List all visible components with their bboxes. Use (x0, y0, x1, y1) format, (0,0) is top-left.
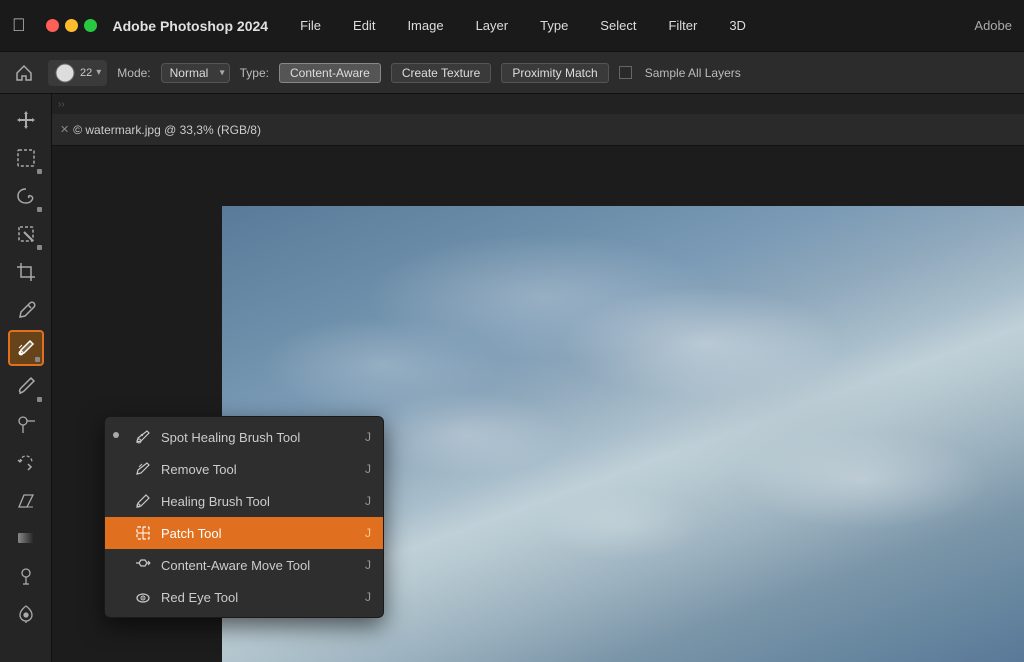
eraser-tool-button[interactable] (8, 482, 44, 518)
content-panel: ›› ✕ © watermark.jpg @ 33,3% (RGB/8) (52, 94, 1024, 662)
app-name: Adobe Photoshop 2024 (113, 18, 269, 34)
menu-file[interactable]: File (292, 14, 329, 37)
type-content-aware-button[interactable]: Content-Aware (279, 63, 381, 83)
document-tab[interactable]: © watermark.jpg @ 33,3% (RGB/8) (73, 123, 261, 137)
title-bar:  Adobe Photoshop 2024 File Edit Image L… (0, 0, 1024, 52)
spot-healing-brush-label: Spot Healing Brush Tool (161, 430, 300, 445)
tool-indicator (35, 357, 40, 362)
tool-indicator (37, 245, 42, 250)
close-button[interactable] (46, 19, 59, 32)
sample-all-layers-label: Sample All Layers (645, 66, 741, 80)
spot-healing-shortcut: J (365, 430, 371, 444)
mode-label: Mode: (117, 66, 150, 80)
remove-tool-icon (133, 459, 153, 479)
mode-select[interactable]: Normal (161, 63, 230, 83)
brush-size-label: 22 (80, 67, 92, 79)
clone-stamp-tool-button[interactable] (8, 406, 44, 442)
move-tool-button[interactable] (8, 102, 44, 138)
mode-select-wrapper[interactable]: Normal (161, 63, 230, 83)
tool-indicator (37, 169, 42, 174)
brush-chevron-icon: ▾ (96, 67, 101, 78)
adobe-label: Adobe (974, 18, 1012, 33)
panel-collapse-icon[interactable]: ›› (58, 99, 65, 110)
menu-filter[interactable]: Filter (660, 14, 705, 37)
patch-tool-shortcut: J (365, 526, 371, 540)
brush-selector[interactable]: 22 ▾ (48, 60, 107, 86)
menu-edit[interactable]: Edit (345, 14, 383, 37)
history-brush-tool-button[interactable] (8, 444, 44, 480)
patch-tool-icon (133, 523, 153, 543)
remove-tool-menu-item[interactable]: Remove Tool J (105, 453, 383, 485)
menu-image[interactable]: Image (399, 14, 451, 37)
maximize-button[interactable] (84, 19, 97, 32)
apple-icon:  (12, 15, 26, 36)
traffic-lights (46, 19, 97, 32)
main-area: ›› ✕ © watermark.jpg @ 33,3% (RGB/8) (0, 94, 1024, 662)
marquee-tool-button[interactable] (8, 140, 44, 176)
gradient-tool-button[interactable] (8, 520, 44, 556)
lasso-tool-button[interactable] (8, 178, 44, 214)
spot-healing-brush-tool-menu-item[interactable]: Spot Healing Brush Tool J (105, 421, 383, 453)
patch-tool-label: Patch Tool (161, 526, 221, 541)
menu-layer[interactable]: Layer (468, 14, 517, 37)
pen-tool-button[interactable] (8, 596, 44, 632)
content-aware-move-icon (133, 555, 153, 575)
remove-tool-shortcut: J (365, 462, 371, 476)
menu-type[interactable]: Type (532, 14, 576, 37)
patch-tool-menu-item[interactable]: Patch Tool J (105, 517, 383, 549)
left-toolbar (0, 94, 52, 662)
tab-close-icon[interactable]: ✕ (60, 123, 69, 136)
remove-tool-label: Remove Tool (161, 462, 237, 477)
red-eye-tool-icon (133, 587, 153, 607)
tab-bar: ✕ © watermark.jpg @ 33,3% (RGB/8) (52, 114, 1024, 146)
options-bar: 22 ▾ Mode: Normal Type: Content-Aware Cr… (0, 52, 1024, 94)
menu-select[interactable]: Select (592, 14, 644, 37)
menu-3d[interactable]: 3D (721, 14, 754, 37)
spot-healing-icon (133, 427, 153, 447)
content-aware-move-tool-menu-item[interactable]: Content-Aware Move Tool J (105, 549, 383, 581)
healing-brush-shortcut: J (365, 494, 371, 508)
home-button[interactable] (10, 59, 38, 87)
healing-brush-tool-button[interactable] (8, 330, 44, 366)
eyedropper-tool-button[interactable] (8, 292, 44, 328)
dodge-tool-button[interactable] (8, 558, 44, 594)
red-eye-tool-label: Red Eye Tool (161, 590, 238, 605)
red-eye-tool-menu-item[interactable]: Red Eye Tool J (105, 581, 383, 613)
sample-all-layers-checkbox[interactable] (619, 66, 632, 79)
content-aware-move-shortcut: J (365, 558, 371, 572)
minimize-button[interactable] (65, 19, 78, 32)
sample-all-layers-checkbox-area[interactable]: Sample All Layers (619, 66, 741, 80)
type-create-texture-button[interactable]: Create Texture (391, 63, 492, 83)
red-eye-tool-shortcut: J (365, 590, 371, 604)
healing-brush-tool-menu-item[interactable]: Healing Brush Tool J (105, 485, 383, 517)
tool-flyout-menu: Spot Healing Brush Tool J Remove Tool J (104, 416, 384, 618)
tool-indicator (37, 207, 42, 212)
type-proximity-match-button[interactable]: Proximity Match (501, 63, 608, 83)
type-label: Type: (240, 66, 269, 80)
healing-brush-icon (133, 491, 153, 511)
healing-brush-label: Healing Brush Tool (161, 494, 270, 509)
object-select-tool-button[interactable] (8, 216, 44, 252)
brush-tool-button[interactable] (8, 368, 44, 404)
canvas-area: Spot Healing Brush Tool J Remove Tool J (52, 146, 1024, 662)
crop-tool-button[interactable] (8, 254, 44, 290)
tool-indicator (37, 397, 42, 402)
content-aware-move-label: Content-Aware Move Tool (161, 558, 310, 573)
